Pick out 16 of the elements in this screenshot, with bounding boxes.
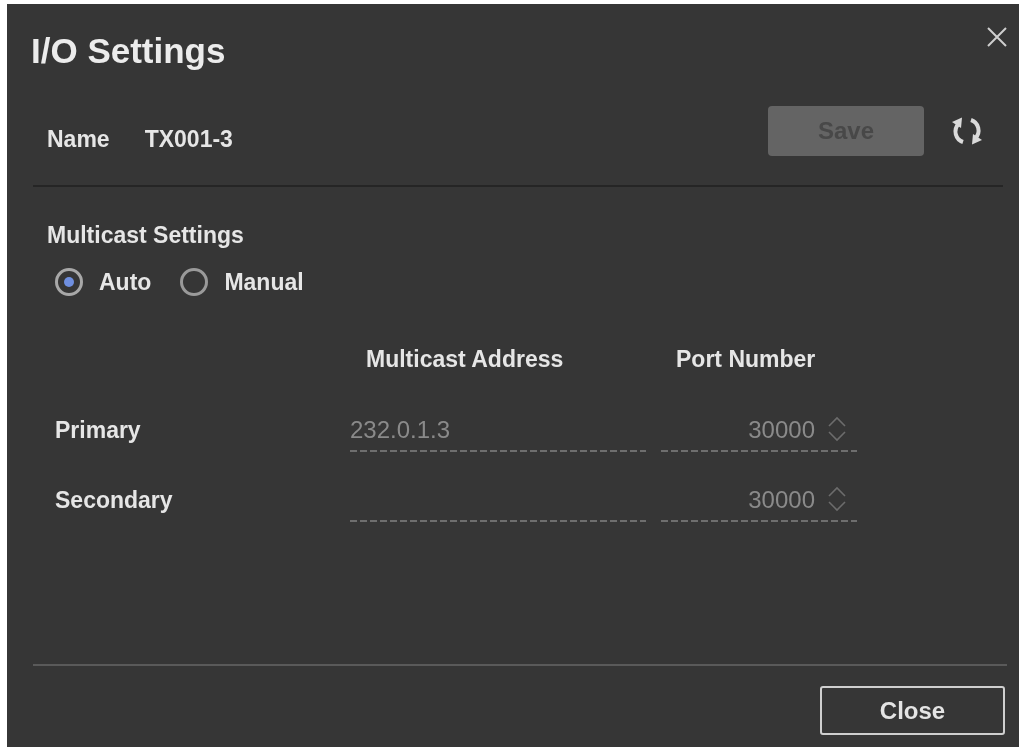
row-label: Primary	[55, 418, 141, 442]
close-button[interactable]: Close	[820, 686, 1005, 735]
column-header: Port Number	[676, 347, 816, 371]
radio-option[interactable]: Manual	[180, 267, 304, 297]
radio-icon[interactable]	[180, 268, 209, 296]
spinner-icon[interactable]	[826, 415, 848, 443]
close-icon[interactable]	[987, 27, 1007, 47]
row-label: Secondary	[55, 488, 173, 512]
dialog-title: I/O Settings	[31, 30, 226, 72]
spinner-icon[interactable]	[826, 485, 848, 513]
name-label: Name	[47, 127, 110, 151]
radio-icon[interactable]	[55, 268, 83, 296]
section-label: Multicast Settings	[47, 223, 244, 247]
column-header: Multicast Address	[366, 347, 564, 371]
name-value: TX001-3	[144, 127, 233, 151]
radio-option[interactable]: Auto	[55, 267, 152, 297]
